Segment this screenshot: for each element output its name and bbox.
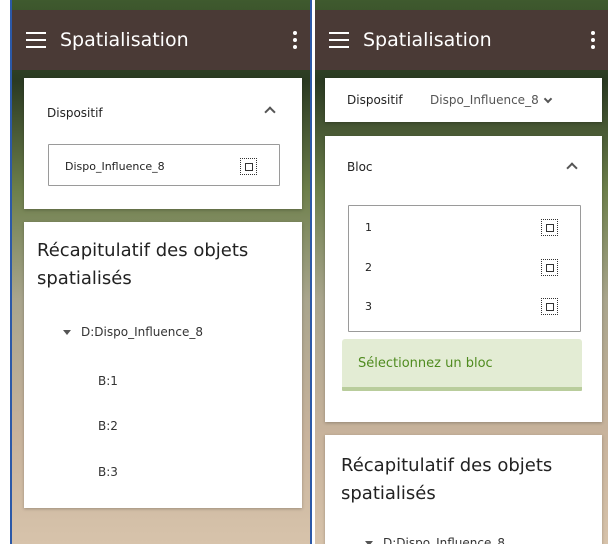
bloc-select[interactable]: 1 2 3 [348,205,581,332]
left-screen: Spatialisation Dispositif Dispo_Influenc… [10,0,312,544]
focus-icon[interactable] [541,218,558,236]
tree-root-label: D:Dispo_Influence_8 [81,325,203,339]
dispositif-bar: Dispositif Dispo_Influence_8 [325,78,602,122]
select-bloc-prompt-text: Sélectionnez un bloc [358,355,493,371]
dispositif-label: Dispositif [347,93,403,107]
recap-card: Récapitulatif des objets spatialisés D:D… [24,222,302,508]
bloc-option-label: 2 [365,260,372,274]
dispositif-option-label: Dispo_Influence_8 [65,159,165,173]
dispositif-inline-value: Dispo_Influence_8 [430,93,539,107]
bloc-option[interactable]: 2 [349,252,580,282]
bloc-card: Bloc 1 2 3 Sélectionnez un bloc [325,136,602,422]
focus-icon[interactable] [541,258,558,276]
chevron-up-icon[interactable] [566,162,578,174]
tree-child[interactable]: B:3 [98,465,118,479]
caret-down-icon[interactable] [365,540,373,544]
bloc-option[interactable]: 3 [349,291,580,321]
recap-title: Récapitulatif des objets spatialisés [341,455,553,504]
recap-card: Récapitulatif des objets spatialisés D:D… [325,435,602,544]
dispositif-card: Dispositif Dispo_Influence_8 [24,78,302,209]
tree-root[interactable]: D:Dispo_Influence_8 [63,325,203,339]
dispositif-select[interactable]: Dispo_Influence_8 [48,144,280,186]
bloc-option[interactable]: 1 [349,212,580,242]
recap-title: Récapitulatif des objets spatialisés [37,240,249,289]
more-vert-icon[interactable] [578,31,608,49]
tree-child[interactable]: B:2 [98,419,118,433]
app-bar: Spatialisation [315,10,608,70]
focus-icon[interactable] [541,297,558,315]
more-vert-icon[interactable] [280,31,310,49]
bloc-card-title: Bloc [347,160,373,174]
tree-root[interactable]: D:Dispo_Influence_8 [365,536,505,544]
menu-icon[interactable] [329,32,349,48]
bloc-option-label: 1 [365,220,372,234]
menu-icon[interactable] [26,32,46,48]
dispositif-inline-select[interactable]: Dispo_Influence_8 [430,93,552,107]
app-title: Spatialisation [363,29,492,51]
app-title: Spatialisation [60,29,189,51]
caret-down-icon[interactable] [63,329,71,335]
select-bloc-prompt: Sélectionnez un bloc [342,339,582,391]
dispositif-option[interactable]: Dispo_Influence_8 [49,151,279,181]
chevron-up-icon[interactable] [264,106,276,118]
focus-icon[interactable] [240,157,257,175]
tree-root-label: D:Dispo_Influence_8 [383,536,505,544]
right-screen: Spatialisation Dispositif Dispo_Influenc… [315,0,608,544]
bloc-option-label: 3 [365,299,372,313]
chevron-down-icon[interactable] [543,94,552,103]
tree-child[interactable]: B:1 [98,374,118,388]
dispositif-card-title: Dispositif [47,106,103,120]
app-bar: Spatialisation [12,10,310,70]
